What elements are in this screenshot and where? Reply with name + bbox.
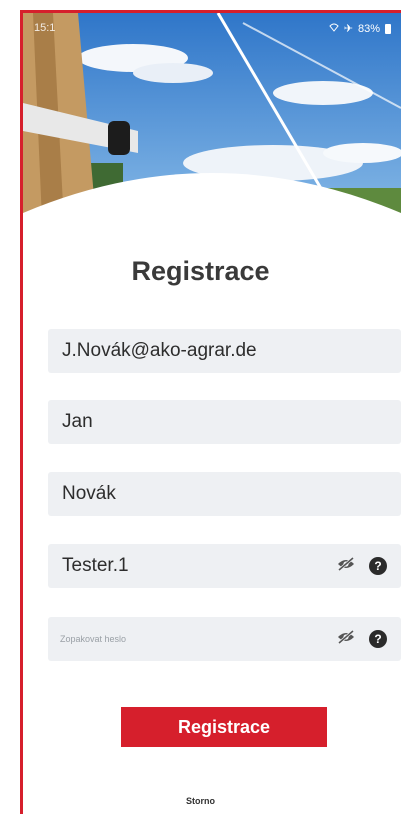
cancel-link[interactable]: Storno (0, 796, 401, 806)
password-value: Tester.1 (62, 555, 129, 576)
wifi-icon (329, 23, 339, 35)
page-title: Registrace (131, 256, 270, 286)
status-bar: 15:1 ✈ 83% (30, 22, 391, 38)
first-name-field[interactable]: Jan (48, 400, 401, 444)
status-icons: ✈ 83% (329, 22, 391, 35)
last-name-value: Novák (62, 483, 116, 504)
email-value: J.Novák@ako-agrar.de (62, 340, 257, 361)
help-icon[interactable]: ? (369, 630, 387, 648)
last-name-field[interactable]: Novák (48, 472, 401, 516)
battery-percent: 83% (357, 22, 380, 35)
airplane-icon: ✈ (343, 23, 353, 35)
clock: 15:1 (34, 22, 56, 34)
frame-border-left (20, 10, 23, 814)
confirm-password-placeholder: Zopakovat heslo (60, 634, 127, 644)
frame-border-top (20, 10, 401, 13)
app-screen: 15:1 ✈ 83% Registrace J.Novák@ako-agrar.… (0, 0, 401, 814)
register-button[interactable]: Registrace (121, 707, 327, 747)
confirm-password-field[interactable]: Zopakovat heslo ? (48, 617, 401, 661)
email-field[interactable]: J.Novák@ako-agrar.de (48, 329, 401, 373)
first-name-value: Jan (62, 411, 93, 432)
password-field[interactable]: Tester.1 ? (48, 544, 401, 588)
battery-icon (385, 23, 391, 34)
help-icon[interactable]: ? (369, 557, 387, 575)
eye-slash-icon[interactable] (337, 629, 355, 649)
eye-slash-icon[interactable] (337, 556, 355, 576)
header-image (23, 13, 401, 243)
